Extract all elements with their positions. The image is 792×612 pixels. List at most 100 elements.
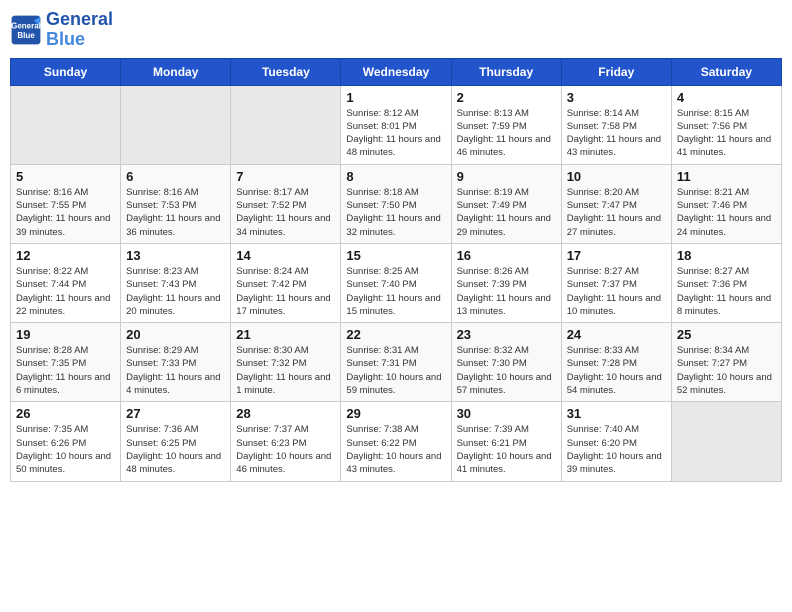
day-info: Sunrise: 8:30 AMSunset: 7:32 PMDaylight:… — [236, 344, 335, 397]
day-info: Sunrise: 8:14 AMSunset: 7:58 PMDaylight:… — [567, 107, 666, 160]
day-info: Sunrise: 8:27 AMSunset: 7:37 PMDaylight:… — [567, 265, 666, 318]
day-info: Sunrise: 8:34 AMSunset: 7:27 PMDaylight:… — [677, 344, 776, 397]
calendar-cell: 17 Sunrise: 8:27 AMSunset: 7:37 PMDayligh… — [561, 243, 671, 322]
calendar-cell: 12 Sunrise: 8:22 AMSunset: 7:44 PMDayligh… — [11, 243, 121, 322]
calendar-cell: 7 Sunrise: 8:17 AMSunset: 7:52 PMDaylight… — [231, 164, 341, 243]
calendar-cell: 2 Sunrise: 8:13 AMSunset: 7:59 PMDaylight… — [451, 85, 561, 164]
calendar-cell: 16 Sunrise: 8:26 AMSunset: 7:39 PMDayligh… — [451, 243, 561, 322]
day-header-sunday: Sunday — [11, 58, 121, 85]
day-info: Sunrise: 8:32 AMSunset: 7:30 PMDaylight:… — [457, 344, 556, 397]
day-number: 25 — [677, 327, 776, 342]
day-number: 20 — [126, 327, 225, 342]
day-info: Sunrise: 8:28 AMSunset: 7:35 PMDaylight:… — [16, 344, 115, 397]
day-header-tuesday: Tuesday — [231, 58, 341, 85]
day-info: Sunrise: 8:16 AMSunset: 7:53 PMDaylight:… — [126, 186, 225, 239]
calendar-cell — [231, 85, 341, 164]
calendar-table: SundayMondayTuesdayWednesdayThursdayFrid… — [10, 58, 782, 482]
day-header-wednesday: Wednesday — [341, 58, 451, 85]
page-header: General Blue GeneralBlue — [10, 10, 782, 50]
svg-text:Blue: Blue — [17, 31, 35, 40]
day-number: 18 — [677, 248, 776, 263]
day-number: 6 — [126, 169, 225, 184]
day-info: Sunrise: 8:19 AMSunset: 7:49 PMDaylight:… — [457, 186, 556, 239]
day-number: 30 — [457, 406, 556, 421]
calendar-cell: 31 Sunrise: 7:40 AMSunset: 6:20 PMDayligh… — [561, 402, 671, 481]
day-info: Sunrise: 8:16 AMSunset: 7:55 PMDaylight:… — [16, 186, 115, 239]
calendar-cell: 23 Sunrise: 8:32 AMSunset: 7:30 PMDayligh… — [451, 323, 561, 402]
day-number: 10 — [567, 169, 666, 184]
calendar-cell: 6 Sunrise: 8:16 AMSunset: 7:53 PMDaylight… — [121, 164, 231, 243]
calendar-cell: 8Sunrise: 8:18 AMSunset: 7:50 PMDaylight… — [341, 164, 451, 243]
day-number: 7 — [236, 169, 335, 184]
day-info: Sunrise: 8:18 AMSunset: 7:50 PMDaylight:… — [346, 186, 445, 239]
calendar-cell: 28Sunrise: 7:37 AMSunset: 6:23 PMDayligh… — [231, 402, 341, 481]
day-number: 19 — [16, 327, 115, 342]
day-info: Sunrise: 8:24 AMSunset: 7:42 PMDaylight:… — [236, 265, 335, 318]
day-info: Sunrise: 8:25 AMSunset: 7:40 PMDaylight:… — [346, 265, 445, 318]
day-number: 17 — [567, 248, 666, 263]
day-header-monday: Monday — [121, 58, 231, 85]
calendar-cell: 3 Sunrise: 8:14 AMSunset: 7:58 PMDaylight… — [561, 85, 671, 164]
calendar-cell: 21 Sunrise: 8:30 AMSunset: 7:32 PMDayligh… — [231, 323, 341, 402]
logo-icon: General Blue — [10, 14, 42, 46]
day-number: 23 — [457, 327, 556, 342]
day-number: 15 — [346, 248, 445, 263]
calendar-cell: 25 Sunrise: 8:34 AMSunset: 7:27 PMDayligh… — [671, 323, 781, 402]
calendar-cell: 15 Sunrise: 8:25 AMSunset: 7:40 PMDayligh… — [341, 243, 451, 322]
day-info: Sunrise: 8:31 AMSunset: 7:31 PMDaylight:… — [346, 344, 445, 397]
day-number: 29 — [346, 406, 445, 421]
logo-text: GeneralBlue — [46, 10, 113, 50]
day-number: 21 — [236, 327, 335, 342]
day-number: 11 — [677, 169, 776, 184]
day-number: 14 — [236, 248, 335, 263]
calendar-cell: 11Sunrise: 8:21 AMSunset: 7:46 PMDayligh… — [671, 164, 781, 243]
calendar-cell: 4 Sunrise: 8:15 AMSunset: 7:56 PMDaylight… — [671, 85, 781, 164]
day-info: Sunrise: 8:33 AMSunset: 7:28 PMDaylight:… — [567, 344, 666, 397]
day-number: 12 — [16, 248, 115, 263]
day-info: Sunrise: 8:15 AMSunset: 7:56 PMDaylight:… — [677, 107, 776, 160]
calendar-cell: 5 Sunrise: 8:16 AMSunset: 7:55 PMDaylight… — [11, 164, 121, 243]
day-header-friday: Friday — [561, 58, 671, 85]
calendar-cell: 20 Sunrise: 8:29 AMSunset: 7:33 PMDayligh… — [121, 323, 231, 402]
day-number: 1 — [346, 90, 445, 105]
calendar-cell: 29Sunrise: 7:38 AMSunset: 6:22 PMDayligh… — [341, 402, 451, 481]
day-number: 31 — [567, 406, 666, 421]
calendar-cell: 27 Sunrise: 7:36 AMSunset: 6:25 PMDayligh… — [121, 402, 231, 481]
calendar-cell — [11, 85, 121, 164]
calendar-cell: 30Sunrise: 7:39 AMSunset: 6:21 PMDayligh… — [451, 402, 561, 481]
day-info: Sunrise: 8:13 AMSunset: 7:59 PMDaylight:… — [457, 107, 556, 160]
day-number: 28 — [236, 406, 335, 421]
calendar-cell — [671, 402, 781, 481]
calendar-cell: 19 Sunrise: 8:28 AMSunset: 7:35 PMDayligh… — [11, 323, 121, 402]
day-info: Sunrise: 8:26 AMSunset: 7:39 PMDaylight:… — [457, 265, 556, 318]
day-info: Sunrise: 8:22 AMSunset: 7:44 PMDaylight:… — [16, 265, 115, 318]
day-info: Sunrise: 7:40 AMSunset: 6:20 PMDaylight:… — [567, 423, 666, 476]
day-number: 22 — [346, 327, 445, 342]
day-number: 3 — [567, 90, 666, 105]
day-number: 4 — [677, 90, 776, 105]
calendar-cell: 13 Sunrise: 8:23 AMSunset: 7:43 PMDayligh… — [121, 243, 231, 322]
day-number: 5 — [16, 169, 115, 184]
day-info: Sunrise: 7:36 AMSunset: 6:25 PMDaylight:… — [126, 423, 225, 476]
calendar-cell: 10Sunrise: 8:20 AMSunset: 7:47 PMDayligh… — [561, 164, 671, 243]
day-number: 16 — [457, 248, 556, 263]
day-info: Sunrise: 8:29 AMSunset: 7:33 PMDaylight:… — [126, 344, 225, 397]
day-number: 2 — [457, 90, 556, 105]
logo: General Blue GeneralBlue — [10, 10, 113, 50]
calendar-cell: 22 Sunrise: 8:31 AMSunset: 7:31 PMDayligh… — [341, 323, 451, 402]
day-header-thursday: Thursday — [451, 58, 561, 85]
calendar-cell: 24 Sunrise: 8:33 AMSunset: 7:28 PMDayligh… — [561, 323, 671, 402]
day-info: Sunrise: 8:27 AMSunset: 7:36 PMDaylight:… — [677, 265, 776, 318]
calendar-cell: 14 Sunrise: 8:24 AMSunset: 7:42 PMDayligh… — [231, 243, 341, 322]
calendar-cell: 26Sunrise: 7:35 AMSunset: 6:26 PMDayligh… — [11, 402, 121, 481]
calendar-cell: 9 Sunrise: 8:19 AMSunset: 7:49 PMDaylight… — [451, 164, 561, 243]
day-number: 27 — [126, 406, 225, 421]
day-number: 13 — [126, 248, 225, 263]
day-info: Sunrise: 8:12 AMSunset: 8:01 PMDaylight:… — [346, 107, 445, 160]
day-number: 9 — [457, 169, 556, 184]
calendar-cell: 1 Sunrise: 8:12 AMSunset: 8:01 PMDaylight… — [341, 85, 451, 164]
day-number: 24 — [567, 327, 666, 342]
day-info: Sunrise: 8:17 AMSunset: 7:52 PMDaylight:… — [236, 186, 335, 239]
day-number: 26 — [16, 406, 115, 421]
day-info: Sunrise: 8:23 AMSunset: 7:43 PMDaylight:… — [126, 265, 225, 318]
